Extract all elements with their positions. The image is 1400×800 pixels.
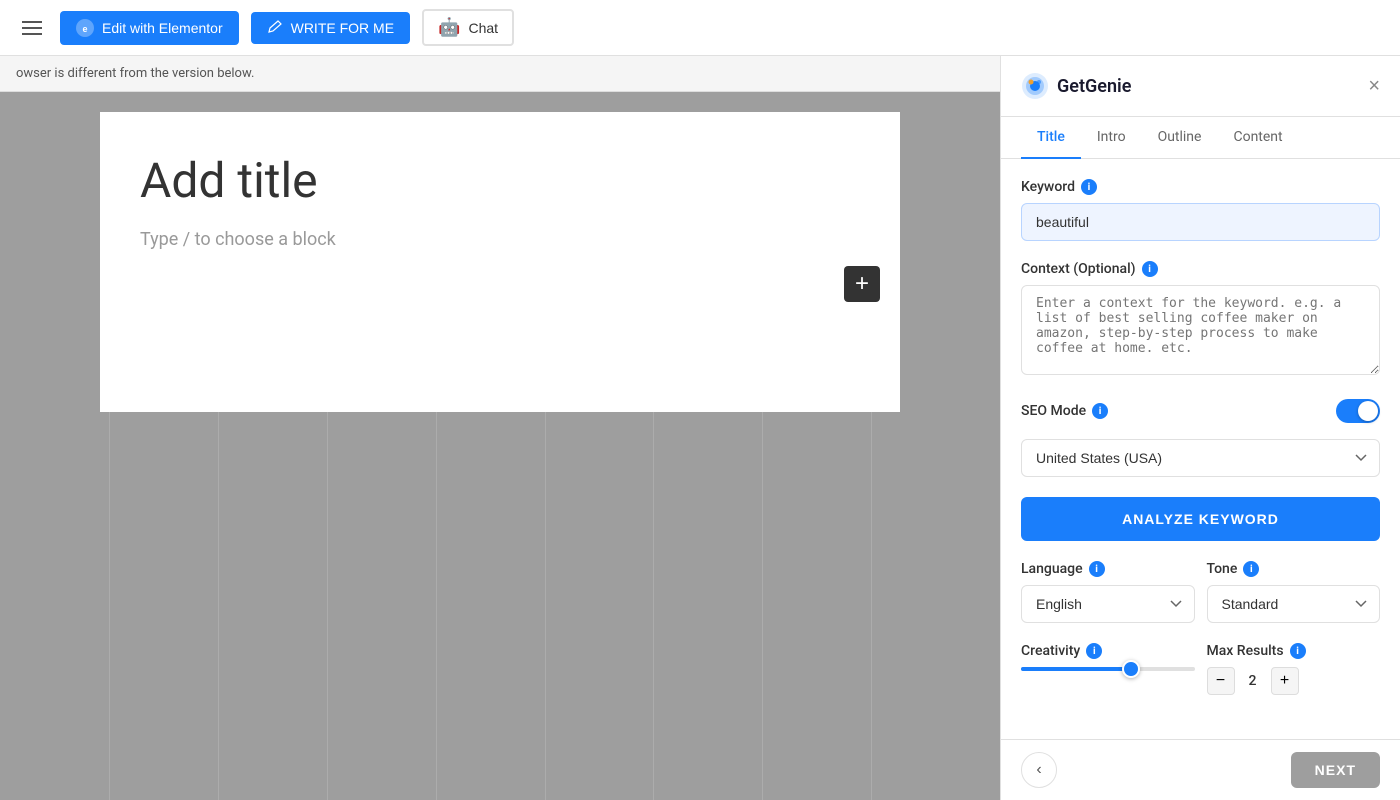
getgenie-logo-icon xyxy=(1021,72,1049,100)
editor-notice: owser is different from the version belo… xyxy=(0,56,1000,92)
creativity-slider-track xyxy=(1021,667,1195,671)
hamburger-line-2 xyxy=(22,27,42,29)
next-button[interactable]: NEXT xyxy=(1291,752,1380,788)
creativity-field: Creativity i xyxy=(1021,643,1195,695)
back-button[interactable]: ‹ xyxy=(1021,752,1057,788)
write-icon xyxy=(267,20,283,36)
keyword-field-group: Keyword i xyxy=(1021,179,1380,241)
tab-title[interactable]: Title xyxy=(1021,117,1081,159)
max-results-increment-button[interactable]: + xyxy=(1271,667,1299,695)
max-results-label: Max Results i xyxy=(1207,643,1381,659)
svg-text:e: e xyxy=(82,24,87,34)
creativity-slider-fill xyxy=(1021,667,1125,671)
hamburger-line-3 xyxy=(22,33,42,35)
panel-close-button[interactable]: × xyxy=(1368,76,1380,96)
max-results-decrement-button[interactable]: − xyxy=(1207,667,1235,695)
hamburger-menu-button[interactable] xyxy=(16,15,48,41)
country-field-group: United States (USA) United Kingdom (UK) … xyxy=(1021,439,1380,477)
chat-button-label: Chat xyxy=(468,20,498,36)
language-label: Language i xyxy=(1021,561,1195,577)
tone-select[interactable]: Standard Formal Casual xyxy=(1207,585,1381,623)
page-title[interactable]: Add title xyxy=(140,152,860,209)
tab-content[interactable]: Content xyxy=(1217,117,1298,159)
toolbar: e Edit with Elementor WRITE FOR ME 🤖 Cha… xyxy=(0,0,1400,56)
toggle-knob xyxy=(1358,401,1378,421)
seo-mode-label: SEO Mode i xyxy=(1021,403,1108,419)
max-results-field: Max Results i − 2 + xyxy=(1207,643,1381,695)
keyword-input[interactable] xyxy=(1021,203,1380,241)
panel-content: Keyword i Context (Optional) i SEO Mode … xyxy=(1001,159,1400,739)
country-select[interactable]: United States (USA) United Kingdom (UK) … xyxy=(1021,439,1380,477)
seo-mode-toggle[interactable] xyxy=(1336,399,1380,423)
creativity-slider-thumb[interactable] xyxy=(1122,660,1140,678)
editor-area: owser is different from the version belo… xyxy=(0,56,1000,800)
language-tone-row: Language i English Spanish French Tone i xyxy=(1021,561,1380,623)
tone-info-icon[interactable]: i xyxy=(1243,561,1259,577)
language-info-icon[interactable]: i xyxy=(1089,561,1105,577)
tab-intro[interactable]: Intro xyxy=(1081,117,1142,159)
context-field-group: Context (Optional) i xyxy=(1021,261,1380,379)
edit-with-elementor-button[interactable]: e Edit with Elementor xyxy=(60,11,239,45)
keyword-label: Keyword i xyxy=(1021,179,1380,195)
context-info-icon[interactable]: i xyxy=(1142,261,1158,277)
creativity-label: Creativity i xyxy=(1021,643,1195,659)
hamburger-line-1 xyxy=(22,21,42,23)
panel-footer: ‹ NEXT xyxy=(1001,739,1400,800)
creativity-info-icon[interactable]: i xyxy=(1086,643,1102,659)
elementor-icon: e xyxy=(76,19,94,37)
chat-emoji-icon: 🤖 xyxy=(438,17,460,38)
tone-field: Tone i Standard Formal Casual xyxy=(1207,561,1381,623)
context-label: Context (Optional) i xyxy=(1021,261,1380,277)
editor-placeholder[interactable]: Type / to choose a block xyxy=(140,229,860,250)
language-select[interactable]: English Spanish French xyxy=(1021,585,1195,623)
tab-outline[interactable]: Outline xyxy=(1142,117,1218,159)
creativity-maxresults-row: Creativity i Max Results i − 2 xyxy=(1021,643,1380,695)
max-results-value: 2 xyxy=(1243,673,1263,689)
seo-mode-info-icon[interactable]: i xyxy=(1092,403,1108,419)
context-textarea[interactable] xyxy=(1021,285,1380,375)
panel-header: GetGenie × xyxy=(1001,56,1400,117)
keyword-info-icon[interactable]: i xyxy=(1081,179,1097,195)
panel-brand: GetGenie xyxy=(1021,72,1131,100)
language-field: Language i English Spanish French xyxy=(1021,561,1195,623)
getgenie-panel: GetGenie × Title Intro Outline Content xyxy=(1000,56,1400,800)
main-area: owser is different from the version belo… xyxy=(0,56,1400,800)
editor-canvas[interactable]: Add title Type / to choose a block xyxy=(100,112,900,412)
chat-button[interactable]: 🤖 Chat xyxy=(422,9,514,46)
add-block-button[interactable]: + xyxy=(844,266,880,302)
max-results-stepper: − 2 + xyxy=(1207,667,1381,695)
max-results-info-icon[interactable]: i xyxy=(1290,643,1306,659)
brand-name: GetGenie xyxy=(1057,76,1131,97)
write-for-me-button[interactable]: WRITE FOR ME xyxy=(251,12,410,44)
seo-mode-row: SEO Mode i xyxy=(1021,399,1380,423)
panel-tabs: Title Intro Outline Content xyxy=(1001,117,1400,159)
tone-label: Tone i xyxy=(1207,561,1381,577)
elementor-button-label: Edit with Elementor xyxy=(102,20,223,36)
analyze-keyword-button[interactable]: ANALYZE KEYWORD xyxy=(1021,497,1380,541)
write-button-label: WRITE FOR ME xyxy=(291,20,394,36)
